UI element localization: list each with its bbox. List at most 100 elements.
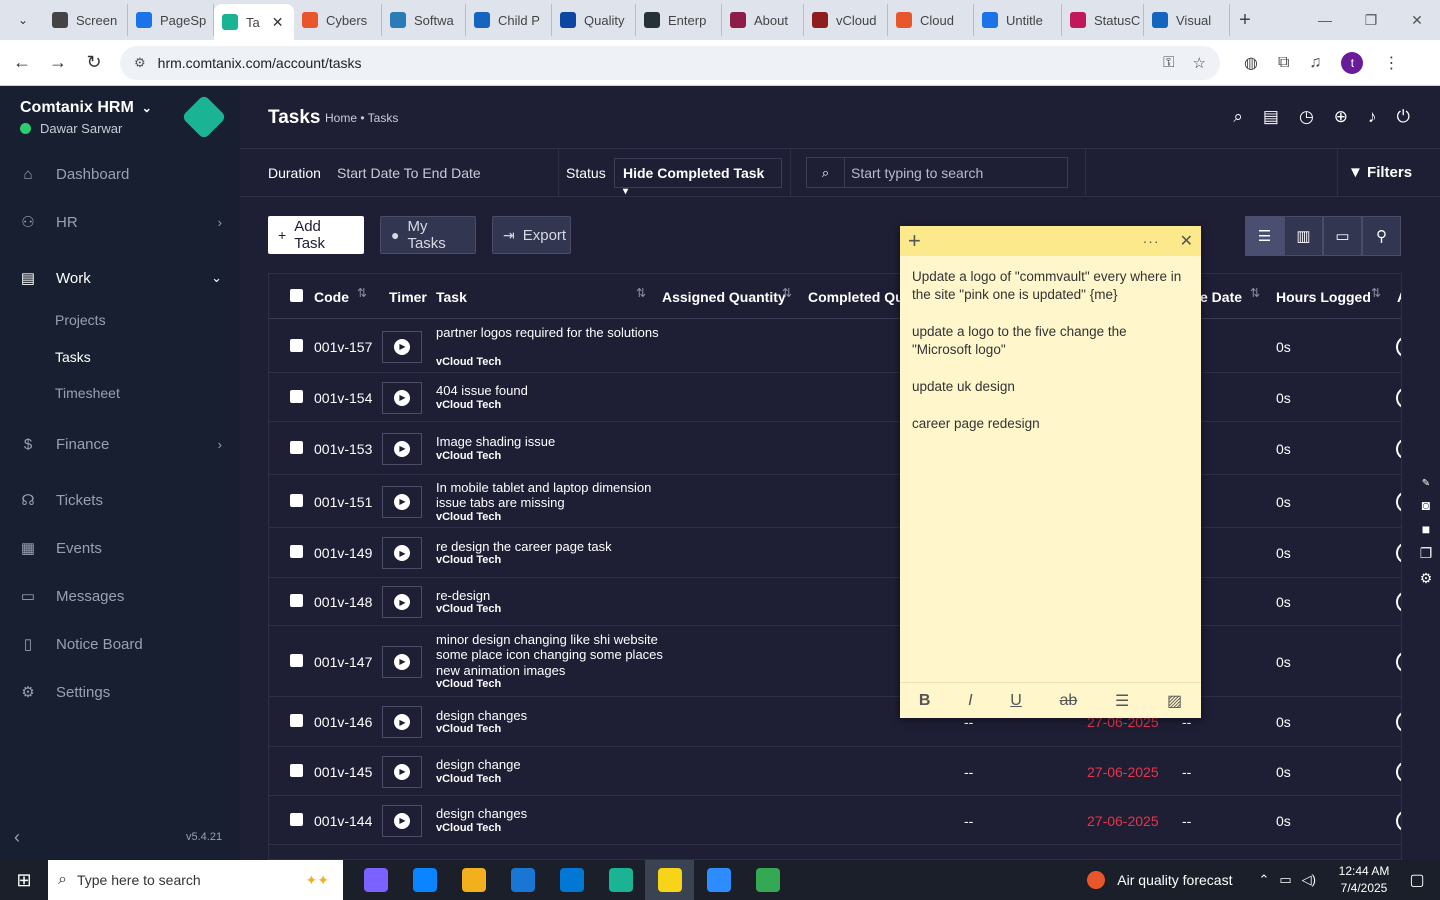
sticky-note-icon[interactable]: ▤ [1263, 107, 1279, 127]
weather-widget[interactable]: Air quality forecast [1087, 871, 1232, 889]
task-code[interactable]: 001v-144 [314, 813, 372, 829]
sort-icon[interactable]: ⇅ [782, 286, 792, 300]
row-action-button[interactable] [1396, 386, 1401, 409]
col-completed-quantity[interactable]: Completed Qua [808, 289, 911, 305]
task-code[interactable]: 001v-146 [314, 714, 372, 730]
row-action-button[interactable] [1396, 542, 1401, 564]
new-tab-button[interactable]: + [1230, 9, 1260, 32]
chevron-up-icon[interactable]: ⌃ [1258, 872, 1269, 888]
list-view-icon[interactable]: ☰ [1245, 216, 1284, 256]
media-icon[interactable]: ♫ [1309, 54, 1321, 72]
start-timer-button[interactable]: ▶ [382, 804, 422, 837]
taskbar-app[interactable] [694, 860, 743, 900]
row-action-button[interactable] [1396, 437, 1401, 460]
task-name[interactable]: re design the career page task [436, 539, 666, 555]
row-checkbox[interactable] [290, 493, 303, 507]
password-key-icon[interactable]: ⚿ [1163, 54, 1174, 72]
row-action-button[interactable] [1396, 335, 1401, 358]
browser-tab[interactable]: Child P [466, 4, 552, 36]
site-info-icon[interactable]: ⚙ [134, 55, 146, 71]
task-name[interactable]: minor design changing like shi website s… [436, 632, 666, 679]
row-checkbox[interactable] [290, 545, 303, 558]
task-code[interactable]: 001v-151 [314, 494, 372, 510]
sort-icon[interactable]: ⇅ [1250, 286, 1260, 300]
row-action-button[interactable] [1396, 591, 1401, 613]
sidebar-item-tickets[interactable]: ☊ Tickets [0, 480, 240, 520]
back-icon[interactable]: ← [4, 52, 40, 73]
more-options-icon[interactable]: ··· [1143, 233, 1160, 249]
row-checkbox[interactable] [290, 763, 303, 777]
row-action-button[interactable] [1396, 809, 1401, 832]
table-row[interactable]: 001v-157 ▶ partner logos required for the … [269, 320, 1401, 373]
sidebar-item-work[interactable]: ▤ Work ⌄ [0, 258, 240, 298]
browser-tab[interactable]: PageSp [128, 4, 214, 36]
sticky-note-body[interactable]: Update a logo of "commvault" every where… [900, 256, 1201, 464]
browser-tab[interactable]: Visual [1144, 4, 1230, 36]
reload-icon[interactable]: ↻ [76, 52, 112, 73]
export-button[interactable]: ⇥ Export [492, 216, 571, 254]
browser-tab[interactable]: Screen [44, 4, 128, 36]
italic-icon[interactable]: I [968, 692, 972, 710]
taskbar-clock[interactable]: 12:44 AM 7/4/2025 [1334, 863, 1394, 897]
task-code[interactable]: 001v-147 [314, 654, 372, 670]
breadcrumb[interactable]: Home • Tasks [325, 111, 398, 125]
task-code[interactable]: 001v-157 [314, 339, 372, 355]
row-checkbox[interactable] [290, 389, 303, 403]
brand-name[interactable]: Comtanix HRM ⌄ [20, 99, 152, 117]
forward-icon[interactable]: → [40, 52, 76, 73]
task-name[interactable]: In mobile tablet and laptop dimension is… [436, 480, 666, 511]
sidebar-subitem-tasks[interactable]: Tasks [55, 349, 91, 365]
restore-icon[interactable]: ❐ [1348, 12, 1394, 29]
taskbar-app[interactable] [400, 860, 449, 900]
camera-icon[interactable]: ◙ [1422, 497, 1430, 513]
network-icon[interactable]: ▭ [1279, 872, 1291, 888]
video-icon[interactable]: ■ [1422, 521, 1430, 537]
start-timer-button[interactable]: ▶ [382, 706, 422, 738]
close-icon[interactable]: ✕ [1180, 231, 1193, 251]
task-code[interactable]: 001v-148 [314, 594, 372, 610]
task-code[interactable]: 001v-145 [314, 764, 372, 780]
taskbar-app[interactable] [596, 860, 645, 900]
start-timer-button[interactable]: ▶ [382, 586, 422, 618]
edit-icon[interactable]: ✎ [1422, 478, 1430, 489]
bold-icon[interactable]: B [919, 692, 931, 710]
sidebar-item-notice-board[interactable]: ▯ Notice Board [0, 624, 240, 664]
row-checkbox[interactable] [290, 714, 303, 727]
browser-tab[interactable]: About [722, 4, 804, 36]
col-hours-logged[interactable]: Hours Logged [1276, 289, 1371, 305]
col-task[interactable]: Task [436, 289, 467, 305]
collapse-sidebar-icon[interactable]: ‹ [14, 827, 20, 848]
start-timer-button[interactable]: ▶ [382, 755, 422, 788]
new-note-icon[interactable]: + [908, 228, 921, 254]
strikethrough-icon[interactable]: ab [1059, 692, 1077, 710]
start-timer-button[interactable]: ▶ [382, 432, 422, 465]
sidebar-subitem-projects[interactable]: Projects [55, 312, 106, 328]
browser-tab[interactable]: StatusC [1062, 4, 1144, 36]
table-row[interactable]: 001v-144 ▶ design changes vCloud Tech -- 27-0… [269, 796, 1401, 845]
start-timer-button[interactable]: ▶ [382, 645, 422, 678]
close-tab-icon[interactable]: ✕ [272, 14, 284, 31]
select-all-checkbox[interactable] [290, 289, 303, 302]
task-name[interactable]: Image shading issue [436, 434, 666, 450]
sort-icon[interactable]: ⇅ [1371, 286, 1381, 300]
notification-icon[interactable]: ▢ [1394, 870, 1440, 890]
taskbar-app[interactable] [743, 860, 792, 900]
sticky-note[interactable]: + ··· ✕ Update a logo of "commvault" eve… [900, 226, 1201, 718]
table-row[interactable]: 001v-151 ▶ In mobile tablet and laptop dim… [269, 475, 1401, 528]
status-select[interactable]: Hide Completed Task ▾ [614, 158, 782, 197]
tab-search-icon[interactable]: ⌄ [8, 5, 38, 35]
row-checkbox[interactable] [290, 338, 303, 352]
table-row[interactable]: 001v-145 ▶ design change vCloud Tech -- 27-06… [269, 747, 1401, 796]
start-timer-button[interactable]: ▶ [382, 381, 422, 414]
profile-avatar[interactable]: t [1341, 51, 1364, 74]
sidebar-item-finance[interactable]: $ Finance › [0, 424, 240, 464]
sidebar-subitem-timesheet[interactable]: Timesheet [55, 385, 120, 401]
volume-icon[interactable]: ◁) [1302, 872, 1316, 888]
row-checkbox[interactable] [290, 594, 303, 607]
calendar-view-icon[interactable]: ▭ [1323, 216, 1362, 256]
windows-icon[interactable]: ❐ [1420, 545, 1433, 562]
search-icon[interactable]: ⌕ [1233, 107, 1243, 127]
task-name[interactable]: design changes [436, 806, 666, 822]
sidebar-item-dashboard[interactable]: ⌂ Dashboard [0, 154, 240, 194]
taskbar-app[interactable] [498, 860, 547, 900]
